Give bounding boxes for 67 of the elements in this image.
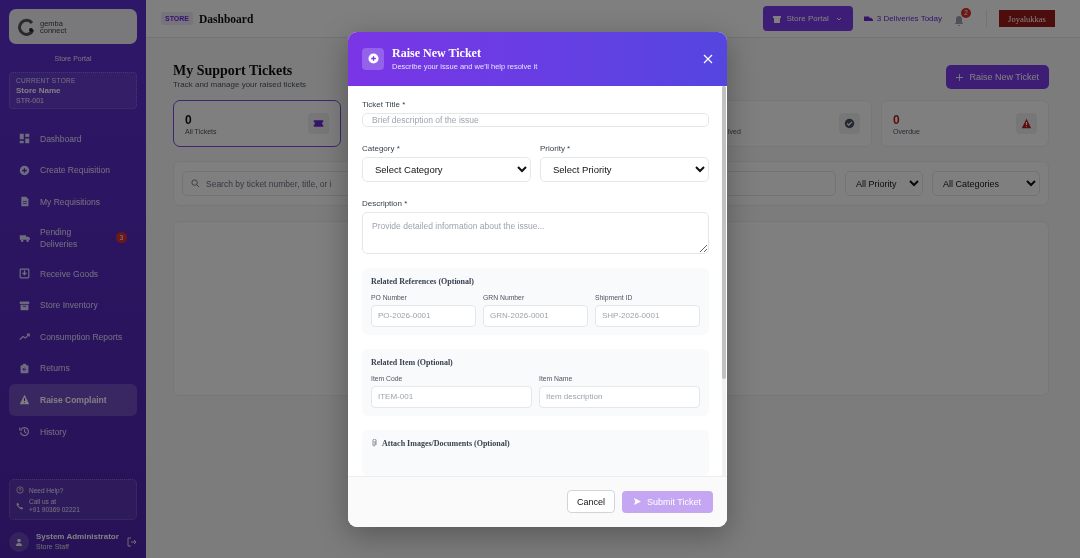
page-subtitle: Track and manage your raised tickets (173, 80, 307, 89)
close-button[interactable] (703, 53, 713, 64)
store-name: Store Name (16, 86, 62, 95)
check-circle-icon (844, 118, 855, 129)
nav-item[interactable]: History (9, 415, 137, 448)
priority-select[interactable]: Select Priority (540, 156, 709, 182)
reference-input[interactable]: GRN-2026-0001 (483, 304, 588, 327)
dialog-title: Raise New Ticket (392, 46, 482, 61)
plus-icon (956, 73, 964, 81)
title-input[interactable]: Brief description of the issue (362, 112, 709, 127)
nav-item[interactable]: Receive Goods (9, 257, 137, 290)
logout-icon[interactable] (127, 537, 137, 547)
logo-icon (18, 17, 36, 36)
store-icon (772, 14, 781, 23)
stat-value: 0 (893, 112, 901, 127)
user-name: System Administrator (36, 532, 120, 542)
reference-input[interactable]: SHP-2026-0001 (595, 304, 700, 327)
help-icon (16, 486, 24, 494)
field-label: Description * (362, 198, 409, 208)
category-select[interactable]: Select Category (362, 156, 531, 182)
send-icon (633, 498, 641, 505)
deliveries-link[interactable]: 3 Deliveries Today (863, 14, 942, 23)
field-label: Category * (362, 143, 401, 153)
bell-icon[interactable] (954, 15, 964, 26)
section-title: Related Item (Optional) (371, 357, 454, 367)
store-portal-button[interactable]: Store Portal (762, 6, 853, 31)
cancel-button[interactable]: Cancel (566, 490, 615, 513)
field-label: Priority * (540, 143, 572, 153)
document-icon (19, 196, 30, 208)
nav-item[interactable]: Create Requisition (9, 154, 137, 187)
item-input[interactable]: Item description (539, 385, 700, 408)
ticket-icon (313, 118, 324, 129)
description-input[interactable]: Provide detailed information about the issue... (362, 211, 709, 254)
nav-item[interactable]: My Requisitions (9, 186, 137, 218)
warning-icon (19, 394, 30, 406)
field-label: Ticket Title * (362, 99, 407, 109)
grid-icon (19, 133, 30, 145)
brand-logo: Joyalukkas (999, 10, 1055, 27)
nav-item[interactable]: Store Inventory (9, 289, 137, 321)
section-title: Attach Images/Documents (Optional) (382, 438, 510, 448)
filter-select[interactable]: All Categories (932, 171, 1040, 196)
phone-icon (16, 501, 24, 510)
filter-select[interactable]: All Priority (845, 171, 923, 196)
close-icon (703, 53, 713, 64)
clipboard-icon (19, 362, 30, 374)
page-title: My Support Tickets (173, 63, 294, 79)
plus-circle-icon (19, 164, 30, 176)
reference-input[interactable]: PO-2026-0001 (371, 304, 476, 327)
section-title: Related References (Optional) (371, 276, 475, 286)
item-input[interactable]: ITEM-001 (371, 385, 532, 408)
truck-icon (19, 232, 30, 244)
raise-ticket-button[interactable]: Raise New Ticket (946, 65, 1049, 89)
history-icon (19, 426, 30, 438)
scrollbar[interactable] (722, 85, 726, 476)
archive-box-icon (19, 299, 30, 311)
trend-line-icon (19, 331, 30, 343)
paperclip-icon (371, 439, 377, 447)
page-header-title: Dashboard (199, 12, 254, 25)
plus-circle-icon (367, 53, 379, 64)
user-icon (15, 538, 23, 546)
nav-item[interactable]: Consumption Reports (9, 320, 137, 353)
download-box-icon (19, 268, 30, 280)
truck-icon (863, 14, 873, 23)
nav-item[interactable]: Dashboard (9, 123, 137, 155)
stat-value: 0 (185, 112, 193, 127)
nav-item[interactable]: Returns (9, 352, 137, 385)
warning-icon (1021, 118, 1032, 129)
